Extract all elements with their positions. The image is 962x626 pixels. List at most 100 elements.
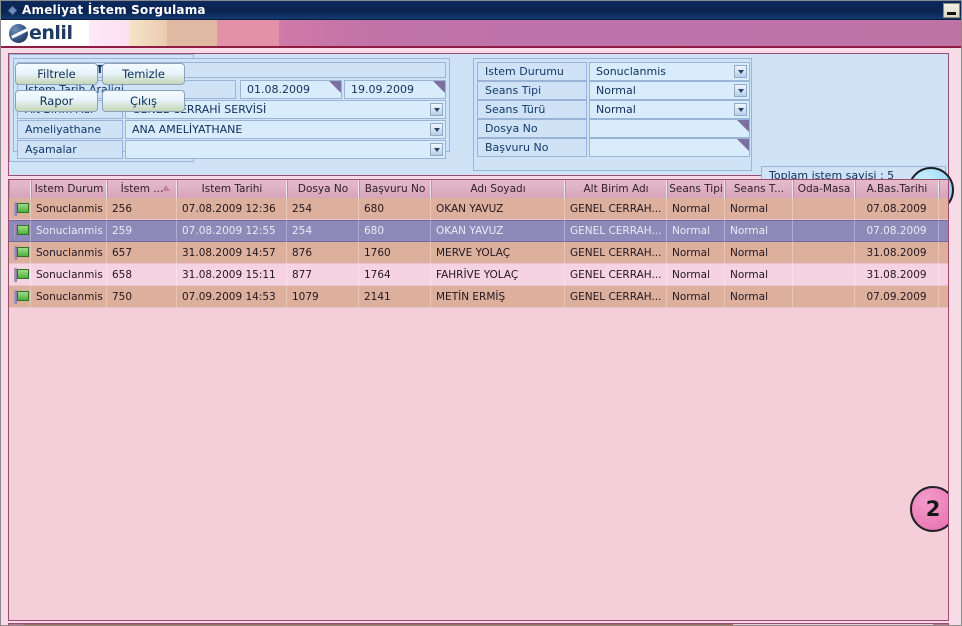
table-cell: METİN ERMİŞ: [431, 285, 565, 308]
asamalar-select[interactable]: [125, 140, 446, 159]
report-button[interactable]: Rapor: [15, 90, 98, 112]
logo-text: enlil: [29, 21, 73, 44]
grid-column-header-label: Seans Tipi: [669, 183, 723, 195]
clear-button[interactable]: Temizle: [102, 63, 185, 85]
date-picker-corner-icon[interactable]: [329, 81, 341, 93]
grid-column-header-8[interactable]: Seans Tipi: [667, 180, 725, 198]
filter-row-istem-durumu: Istem Durumu Sonuclanmis: [477, 62, 750, 81]
exit-button[interactable]: Çıkış: [102, 90, 185, 112]
chevron-down-icon[interactable]: [430, 143, 443, 156]
title-bar: Ameliyat İstem Sorgulama: [1, 1, 961, 20]
table-cell: 07.09.2009: [855, 285, 939, 308]
table-cell: 07.08.2009 12:55: [177, 220, 287, 242]
table-cell: OKAN YAVUZ: [431, 197, 565, 220]
grid-column-header-label: Istem Durum: [34, 183, 104, 195]
grid-column-header-4[interactable]: Dosya No: [287, 180, 359, 198]
chevron-down-icon[interactable]: [734, 84, 747, 97]
filter-row-seans-turu: Seans Türü Normal: [477, 100, 750, 119]
table-cell: FAHRİVE YOLAÇ: [431, 263, 565, 286]
table-cell: 07.08.2009 12:36: [177, 197, 287, 220]
table-cell: 750: [107, 285, 177, 308]
results-grid[interactable]: Istem Durum İstem ... Istem Tarihi Dosya No…: [8, 179, 949, 621]
table-cell: 254: [287, 220, 359, 242]
sort-ascending-icon: [162, 185, 170, 191]
table-row[interactable]: Sonuclanmis 657 31.08.2009 14:57 876 1760 MER…: [9, 241, 948, 264]
table-cell: Normal: [667, 263, 725, 286]
green-flag-icon: [14, 224, 29, 238]
table-cell: [793, 263, 855, 286]
grid-column-header-0[interactable]: [9, 180, 31, 198]
table-cell: 31.08.2009: [855, 241, 939, 264]
table-cell: 1764: [359, 263, 431, 286]
lookup-corner-icon[interactable]: [737, 139, 749, 151]
table-cell: 254: [287, 197, 359, 220]
chevron-down-icon[interactable]: [734, 65, 747, 78]
table-cell: 877: [287, 263, 359, 286]
client-area: FİLTRE KISITLARI Istem Tarih Araligi 01.…: [1, 46, 961, 625]
table-cell: Normal: [667, 220, 725, 242]
grid-column-header-12[interactable]: Saati: [939, 180, 948, 198]
date-picker-corner-icon[interactable]: [433, 81, 445, 93]
brand-band: enlil: [1, 20, 961, 46]
table-cell: 31.08.2009 15:11: [177, 263, 287, 286]
table-cell: [793, 285, 855, 308]
table-row[interactable]: Sonuclanmis 259 07.08.2009 12:55 254 680 OKAN…: [9, 220, 948, 242]
table-cell: Normal: [725, 263, 793, 286]
chevron-down-icon[interactable]: [430, 123, 443, 136]
basvuru-no-input[interactable]: [589, 138, 750, 157]
row-status-cell: [9, 241, 31, 264]
grid-column-header-6[interactable]: Adı Soyadı: [431, 180, 565, 198]
chevron-down-icon[interactable]: [430, 103, 443, 116]
green-flag-icon: [14, 201, 29, 216]
table-cell: Sonuclanmis: [31, 220, 107, 242]
date-end-input[interactable]: 19.09.2009: [344, 80, 446, 99]
band-segment-magenta: [279, 20, 961, 46]
seans-tipi-select[interactable]: Normal: [589, 81, 750, 100]
grid-column-header-3[interactable]: Istem Tarihi: [177, 180, 287, 198]
grid-column-header-10[interactable]: Oda-Masa: [793, 180, 855, 198]
grid-column-header-1[interactable]: Istem Durum: [31, 180, 107, 198]
grid-column-header-2[interactable]: İstem ...: [107, 180, 177, 198]
grid-column-header-7[interactable]: Alt Birim Adı: [565, 180, 667, 198]
table-cell: Normal: [667, 285, 725, 308]
table-cell: Sonuclanmis: [31, 263, 107, 286]
table-cell: 11:30: [939, 198, 948, 220]
istem-durumu-select[interactable]: Sonuclanmis: [589, 62, 750, 81]
grid-column-header-label: A.Bas.Tarihi: [866, 183, 928, 195]
label-dosya-no: Dosya No: [477, 119, 587, 138]
grid-column-header-5[interactable]: Başvuru No: [359, 180, 431, 198]
filter-row-dosya-no: Dosya No: [477, 119, 750, 138]
table-cell: 31.08.2009: [855, 263, 939, 286]
band-segment-salmon: [217, 20, 279, 46]
green-flag-icon: [14, 289, 29, 304]
table-cell: 07.08.2009: [855, 220, 939, 242]
table-row[interactable]: Sonuclanmis 256 07.08.2009 12:36 254 680 OKAN…: [9, 197, 948, 220]
window-title: Ameliyat İstem Sorgulama: [22, 3, 206, 17]
filter-panel: FİLTRE KISITLARI Istem Tarih Araligi 01.…: [8, 53, 954, 213]
grid-column-header-label: Dosya No: [297, 183, 349, 195]
label-seans-tipi: Seans Tipi: [477, 81, 587, 100]
enlil-globe-icon: [9, 23, 28, 43]
lookup-corner-icon[interactable]: [737, 120, 749, 132]
grid-column-header-9[interactable]: Seans T...: [725, 180, 793, 198]
table-cell: 680: [359, 197, 431, 220]
table-row[interactable]: Sonuclanmis 750 07.09.2009 14:53 1079 2141 ME…: [9, 285, 948, 308]
grid-column-header-11[interactable]: A.Bas.Tarihi: [855, 180, 939, 198]
green-flag-icon: [14, 245, 29, 260]
grid-column-header-label: Adı Soyadı: [470, 183, 526, 195]
dosya-no-input[interactable]: [589, 119, 750, 138]
table-cell: [793, 241, 855, 264]
chevron-down-icon[interactable]: [734, 103, 747, 116]
table-cell: GENEL CERRAH...: [565, 285, 667, 308]
seans-turu-select[interactable]: Normal: [589, 100, 750, 119]
table-row[interactable]: Sonuclanmis 658 31.08.2009 15:11 877 1764 FAH…: [9, 263, 948, 286]
minimize-button[interactable]: [943, 3, 960, 18]
grid-column-header-label: Başvuru No: [364, 183, 426, 195]
label-seans-turu: Seans Türü: [477, 100, 587, 119]
grid-column-header-label: Istem Tarihi: [201, 183, 263, 195]
label-asamalar: Aşamalar: [17, 140, 123, 159]
table-cell: 31.08.2009 14:57: [177, 241, 287, 264]
filter-button[interactable]: Filtrele: [15, 63, 98, 85]
ameliyathane-select[interactable]: ANA AMELİYATHANE: [125, 120, 446, 139]
date-start-input[interactable]: 01.08.2009: [240, 80, 342, 99]
